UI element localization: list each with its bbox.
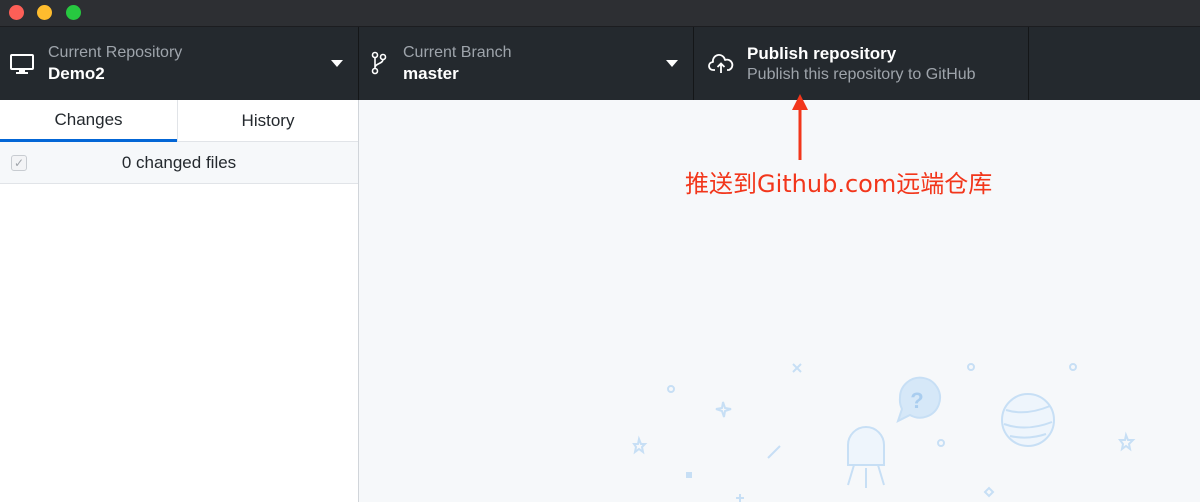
- window-titlebar: [0, 0, 1200, 27]
- publish-repository-button[interactable]: Publish repository Publish this reposito…: [694, 27, 1029, 100]
- current-repository-name: Demo2: [48, 64, 105, 83]
- main-content-area: 推送到Github.com远端仓库 ?: [360, 94, 1200, 502]
- annotation-text: 推送到Github.com远端仓库: [685, 170, 993, 198]
- chevron-down-icon: [331, 60, 343, 67]
- minimize-window-button[interactable]: [37, 5, 52, 20]
- tab-changes[interactable]: Changes: [0, 100, 177, 142]
- git-branch-icon: [371, 51, 387, 75]
- current-repository-dropdown[interactable]: Current Repository Demo2: [0, 27, 359, 100]
- sidebar-tabs: Changes History: [0, 100, 358, 142]
- close-window-button[interactable]: [9, 5, 24, 20]
- app-toolbar: Current Repository Demo2 Current Branch …: [0, 27, 1200, 100]
- cloud-upload-icon: [708, 54, 734, 73]
- tab-history[interactable]: History: [177, 100, 358, 142]
- maximize-window-button[interactable]: [66, 5, 81, 20]
- changed-files-count: 0 changed files: [121, 153, 237, 172]
- svg-text:?: ?: [910, 388, 923, 413]
- chevron-down-icon: [666, 60, 678, 67]
- space-illustration-icon: ?: [632, 363, 1136, 502]
- changes-sidebar: Changes History 0 changed files ✓: [0, 100, 359, 502]
- publish-repository-subtitle: Publish this repository to GitHub: [747, 66, 976, 83]
- current-branch-name: master: [403, 64, 459, 83]
- current-branch-label: Current Branch: [403, 44, 512, 61]
- current-repository-label: Current Repository: [48, 44, 183, 61]
- changes-list-header: 0 changed files ✓: [0, 142, 358, 184]
- desktop-computer-icon: [10, 54, 34, 74]
- annotation-arrow-icon: [792, 94, 808, 160]
- current-branch-dropdown[interactable]: Current Branch master: [359, 27, 694, 100]
- select-all-checkbox[interactable]: ✓: [11, 155, 27, 171]
- publish-repository-title: Publish repository: [747, 44, 897, 63]
